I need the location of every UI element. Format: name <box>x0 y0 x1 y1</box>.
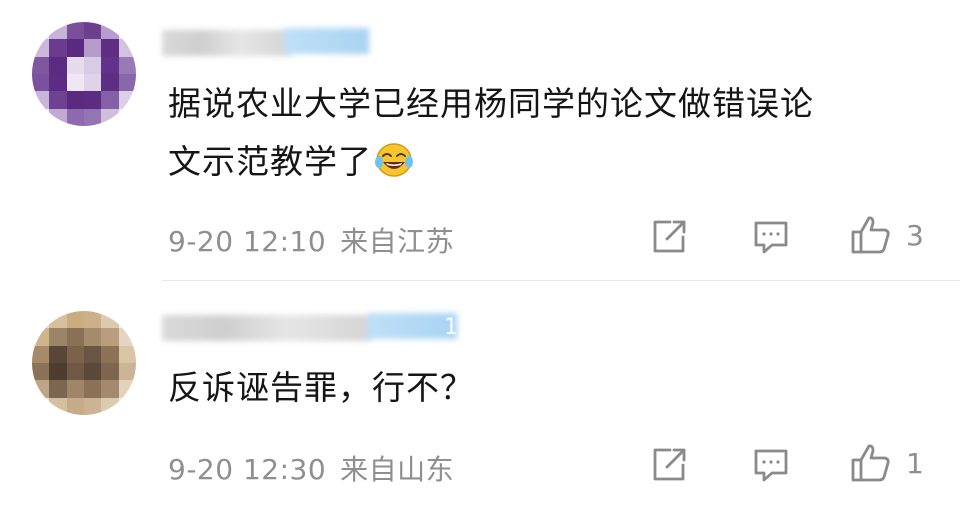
comment-button[interactable] <box>752 446 790 484</box>
comment-item: 1 反诉诬告罪，行不？ 9-20 12:30 来自山东 1 <box>0 281 960 532</box>
like-icon <box>850 214 892 256</box>
comment-text-line: 据说农业大学已经用杨同学的论文做错误论 <box>168 84 814 123</box>
comment-timestamp: 9-20 12:10 <box>168 225 327 258</box>
comment-location: 来自山东 <box>340 453 455 486</box>
user-badge: 1 <box>444 315 458 340</box>
like-button[interactable]: 1 <box>850 442 924 484</box>
share-icon <box>650 446 688 484</box>
avatar-pixelated-image <box>32 311 136 415</box>
like-icon <box>850 442 892 484</box>
username-blurred[interactable] <box>162 26 372 56</box>
comment-text-line: 反诉诬告罪，行不？ <box>168 368 474 407</box>
comment-text: 反诉诬告罪，行不？ <box>168 359 474 417</box>
comment-text-line: 文示范教学了 <box>168 142 372 181</box>
share-button[interactable] <box>650 446 688 484</box>
comment-meta: 9-20 12:30 来自山东 <box>168 448 454 488</box>
comment-location: 来自江苏 <box>340 225 455 258</box>
laughing-crying-emoji-icon <box>374 139 414 197</box>
avatar-pixelated-image <box>32 22 136 126</box>
comment-button[interactable] <box>752 218 790 256</box>
comment-item: 据说农业大学已经用杨同学的论文做错误论 文示范教学了 9-20 12:10 来自江… <box>0 0 960 280</box>
like-button[interactable]: 3 <box>850 214 924 256</box>
username-blurred[interactable] <box>162 311 462 341</box>
avatar[interactable] <box>32 22 136 126</box>
comment-meta: 9-20 12:10 来自江苏 <box>168 220 454 260</box>
like-count: 1 <box>906 446 924 480</box>
comment-timestamp: 9-20 12:30 <box>168 453 327 486</box>
avatar[interactable] <box>32 311 136 415</box>
share-button[interactable] <box>650 218 688 256</box>
comment-text: 据说农业大学已经用杨同学的论文做错误论 文示范教学了 <box>168 75 814 197</box>
comment-icon <box>752 446 790 484</box>
share-icon <box>650 218 688 256</box>
like-count: 3 <box>906 218 924 252</box>
comment-icon <box>752 218 790 256</box>
